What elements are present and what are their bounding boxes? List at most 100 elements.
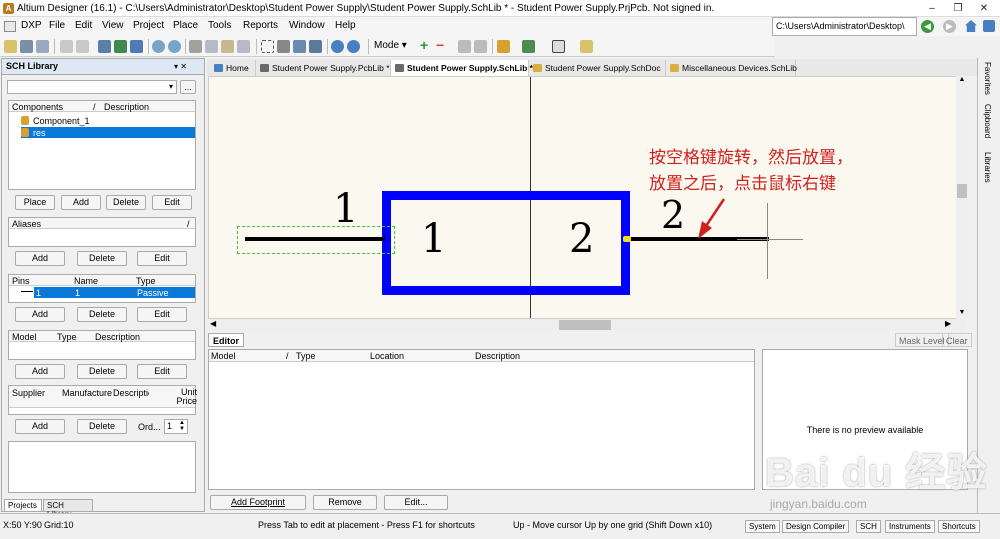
delete-supplier-button[interactable]: Delete: [77, 419, 127, 434]
tab-sch[interactable]: SCH: [856, 520, 881, 533]
paste-icon[interactable]: [221, 40, 234, 53]
menu-tools[interactable]: Tools: [208, 20, 231, 31]
restore-button[interactable]: ❐: [946, 1, 970, 16]
print-icon[interactable]: [60, 40, 73, 53]
wiring-icon[interactable]: [522, 40, 535, 53]
components-col[interactable]: Components: [12, 102, 63, 112]
tab-favorites[interactable]: Favorites: [983, 62, 992, 95]
mask-level-button[interactable]: Mask Level: [895, 333, 949, 347]
help-icon[interactable]: [983, 20, 995, 32]
model-list[interactable]: Model Type Description: [8, 330, 196, 360]
description-col[interactable]: Description: [113, 388, 149, 398]
tab-sch-library[interactable]: SCH Library: [43, 499, 93, 519]
panel-pin-icon[interactable]: ▾ ✕: [174, 62, 187, 71]
edit-model-button[interactable]: Edit...: [384, 495, 448, 510]
scroll-thumb[interactable]: [957, 184, 967, 198]
add-supplier-button[interactable]: Add: [15, 419, 65, 434]
3d-view-icon[interactable]: [98, 40, 111, 53]
folder-icon[interactable]: [580, 40, 593, 53]
description-col[interactable]: Description: [95, 332, 140, 342]
editor-tab[interactable]: Editor: [208, 333, 244, 347]
close-button[interactable]: ✕: [972, 1, 996, 16]
move-icon[interactable]: [277, 40, 290, 53]
scroll-left-icon[interactable]: ◀: [210, 319, 216, 328]
add-model-button[interactable]: Add: [15, 364, 65, 379]
print-preview-icon[interactable]: [76, 40, 89, 53]
zoom-out-icon[interactable]: [168, 40, 181, 53]
menu-view[interactable]: View: [102, 20, 124, 31]
schematic-canvas[interactable]: 1 1 2 2 按空格键旋转，然后放置， 放置之后，点击鼠标右键: [208, 76, 965, 319]
supplier-col[interactable]: Supplier: [12, 388, 45, 398]
pins-col[interactable]: Pins: [12, 276, 30, 286]
copy-icon[interactable]: [205, 40, 218, 53]
supplier-list[interactable]: Supplier Manufacture Description Unit Pr…: [8, 385, 197, 415]
vertical-scrollbar[interactable]: ▲ ▼: [956, 76, 968, 319]
tab-clipboard[interactable]: Clipboard: [983, 104, 992, 138]
components-icon[interactable]: [497, 40, 510, 53]
tab-instruments[interactable]: Instruments: [885, 520, 935, 533]
components-list[interactable]: Components / Description Component_1 res: [8, 100, 196, 190]
tab-libraries[interactable]: Libraries: [983, 152, 992, 183]
menu-dxp[interactable]: DXP: [21, 20, 42, 31]
model-editor-table[interactable]: Model / Type Location Description: [208, 349, 755, 490]
tab-projects[interactable]: Projects: [4, 499, 42, 512]
tab-system[interactable]: System: [745, 520, 780, 533]
menu-file[interactable]: File: [49, 20, 65, 31]
place-button[interactable]: Place: [15, 195, 55, 210]
menu-help[interactable]: Help: [335, 20, 356, 31]
pins-list[interactable]: Pins Name Type 1 1 Passive: [8, 274, 196, 303]
edit-component-button[interactable]: Edit: [152, 195, 192, 210]
edit-model-button[interactable]: Edit: [137, 364, 187, 379]
aliases-list[interactable]: Aliases /: [8, 217, 196, 247]
deselect-icon[interactable]: [309, 40, 322, 53]
type-col[interactable]: Type: [296, 351, 316, 361]
menu-window[interactable]: Window: [289, 20, 325, 31]
select-icon[interactable]: [293, 40, 306, 53]
select-area-icon[interactable]: [261, 40, 274, 53]
type-col[interactable]: Type: [136, 276, 156, 286]
board-icon[interactable]: [114, 40, 127, 53]
type-col[interactable]: Type: [57, 332, 77, 342]
mode-dropdown[interactable]: Mode ▾: [374, 40, 407, 51]
menu-place[interactable]: Place: [173, 20, 198, 31]
tab-shortcuts[interactable]: Shortcuts: [938, 520, 980, 533]
path-field[interactable]: C:\Users\Administrator\Desktop\: [772, 17, 917, 36]
save-icon[interactable]: [20, 40, 33, 53]
clear-button[interactable]: Clear: [942, 333, 972, 347]
tab-design-compiler[interactable]: Design Compiler: [782, 520, 850, 533]
compile-icon[interactable]: [130, 40, 143, 53]
scroll-down-icon[interactable]: ▼: [956, 309, 968, 316]
open-folder-icon[interactable]: [4, 40, 17, 53]
filter-button[interactable]: ...: [180, 80, 196, 94]
library-filter-combo[interactable]: ▾: [7, 80, 177, 94]
pin-1-line[interactable]: [245, 237, 385, 241]
zoom-in-icon[interactable]: [152, 40, 165, 53]
previous-icon[interactable]: [458, 40, 471, 53]
unit-price-col[interactable]: Unit Price: [175, 388, 197, 406]
order-stepper[interactable]: 1 ▲ ▼: [164, 419, 188, 434]
add-icon[interactable]: +: [420, 37, 428, 53]
tab-schdoc[interactable]: Student Power Supply.SchDoc: [529, 60, 666, 76]
description-col[interactable]: Description: [104, 102, 149, 112]
description-col[interactable]: Description: [475, 351, 520, 361]
add-component-button[interactable]: Add: [61, 195, 101, 210]
menu-reports[interactable]: Reports: [243, 20, 278, 31]
name-col[interactable]: Name: [74, 276, 98, 286]
redo-icon[interactable]: [347, 40, 360, 53]
tab-schlib-active[interactable]: Student Power Supply.SchLib *: [391, 60, 533, 76]
table-row[interactable]: 1 1 Passive: [9, 287, 195, 298]
location-col[interactable]: Location: [370, 351, 404, 361]
delete-model-button[interactable]: Delete: [77, 364, 127, 379]
menu-project[interactable]: Project: [133, 20, 164, 31]
save-all-icon[interactable]: [36, 40, 49, 53]
add-footprint-button[interactable]: Add Footprint: [210, 495, 306, 510]
undo-icon[interactable]: [331, 40, 344, 53]
minimize-button[interactable]: –: [920, 1, 944, 16]
edit-pin-button[interactable]: Edit: [137, 307, 187, 322]
back-icon[interactable]: ◀: [921, 20, 934, 33]
scroll-right-icon[interactable]: ▶: [945, 319, 951, 328]
horizontal-scrollbar[interactable]: ◀ ▶: [208, 319, 965, 331]
rubber-stamp-icon[interactable]: [237, 40, 250, 53]
tab-home[interactable]: Home: [210, 60, 256, 76]
tab-pcblib[interactable]: Student Power Supply.PcbLib *: [256, 60, 391, 76]
